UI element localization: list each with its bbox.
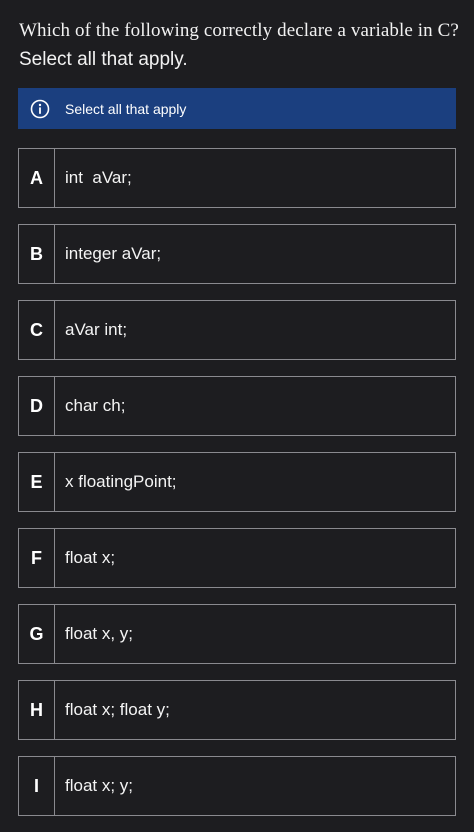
option-i[interactable]: I float x; y;	[18, 756, 456, 816]
option-letter: B	[19, 225, 55, 283]
option-letter: G	[19, 605, 55, 663]
answer-options: A int aVar; B integer aVar; C aVar int; …	[18, 148, 456, 832]
option-text: int aVar;	[65, 168, 132, 187]
option-b[interactable]: B integer aVar;	[18, 224, 456, 284]
question-instructions: Select all that apply.	[19, 49, 188, 70]
option-letter: F	[19, 529, 55, 587]
info-banner-text: Select all that apply	[65, 100, 187, 117]
option-letter: A	[19, 149, 55, 207]
question-title: Which of the following correctly declare…	[19, 20, 459, 41]
option-letter: C	[19, 301, 55, 359]
option-text: char ch;	[65, 396, 126, 415]
option-text: integer aVar;	[65, 244, 162, 263]
option-text: aVar int;	[65, 320, 128, 339]
option-a[interactable]: A int aVar;	[18, 148, 456, 208]
option-letter: H	[19, 681, 55, 739]
option-e[interactable]: E x floatingPoint;	[18, 452, 456, 512]
option-g[interactable]: G float x, y;	[18, 604, 456, 664]
option-letter: E	[19, 453, 55, 511]
info-banner: Select all that apply	[18, 88, 456, 129]
option-text: x floatingPoint;	[65, 472, 177, 491]
option-text: float x; float y;	[65, 700, 170, 719]
option-text: float x;	[65, 548, 116, 567]
question-block: Which of the following correctly declare…	[19, 17, 469, 73]
option-text: float x, y;	[65, 624, 134, 643]
option-c[interactable]: C aVar int;	[18, 300, 456, 360]
info-icon	[30, 99, 50, 119]
option-h[interactable]: H float x; float y;	[18, 680, 456, 740]
option-letter: I	[19, 757, 55, 815]
option-text: float x; y;	[65, 776, 134, 795]
option-letter: D	[19, 377, 55, 435]
option-d[interactable]: D char ch;	[18, 376, 456, 436]
option-f[interactable]: F float x;	[18, 528, 456, 588]
